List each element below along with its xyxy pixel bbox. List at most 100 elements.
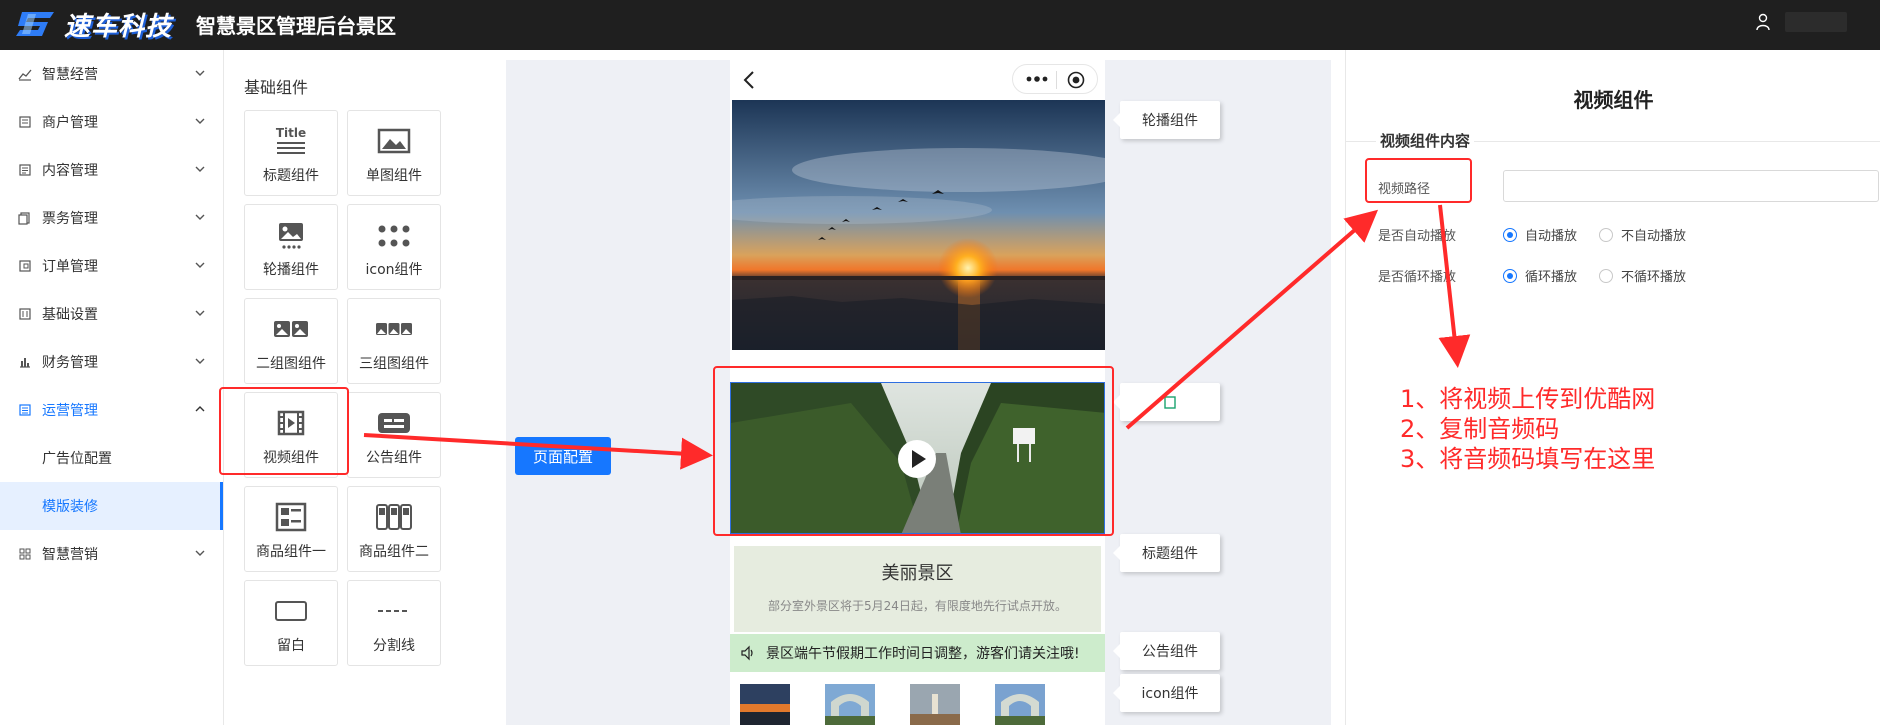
- component-card-4[interactable]: icon组件: [347, 204, 441, 290]
- chart-line-icon: [18, 69, 32, 81]
- page-config-button[interactable]: 页面配置: [515, 437, 611, 475]
- icon-thumb-sunset[interactable]: [740, 684, 790, 725]
- component-card-label: 单图组件: [366, 168, 422, 184]
- sidebar-item-label: 商户管理: [42, 115, 98, 131]
- loop-on-label: 循环播放: [1525, 270, 1578, 285]
- tag-carousel-component[interactable]: 轮播组件: [1113, 101, 1220, 139]
- chevron-down-icon[interactable]: [195, 68, 205, 78]
- icon-thumb-arch[interactable]: [825, 684, 875, 725]
- sidebar-item-label: 运营管理: [42, 403, 98, 419]
- radio-circle[interactable]: [1599, 227, 1613, 242]
- sidebar-item-7[interactable]: 财务管理: [0, 338, 223, 386]
- component-card-5[interactable]: 二组图组件: [244, 298, 338, 384]
- component-card-2[interactable]: 单图组件: [347, 110, 441, 196]
- component-card-9[interactable]: 商品组件一: [244, 486, 338, 572]
- chevron-down-icon[interactable]: [195, 212, 205, 222]
- component-card-label: 轮播组件: [263, 262, 319, 278]
- autoplay-off-radio[interactable]: 不自动播放: [1599, 225, 1686, 244]
- component-card-11[interactable]: 留白: [244, 580, 338, 666]
- product-list-icon: [275, 502, 307, 532]
- icon-component-preview[interactable]: [740, 684, 1095, 725]
- icon-thumb-arch-2[interactable]: [995, 684, 1045, 725]
- video-path-input[interactable]: [1503, 170, 1879, 202]
- icon-thumb-tower[interactable]: [910, 684, 960, 725]
- tag-notice-component[interactable]: 公告组件: [1113, 632, 1220, 670]
- order-icon: [19, 260, 31, 272]
- chevron-down-icon[interactable]: [195, 548, 205, 558]
- annotation-box-video-path: [1365, 158, 1472, 203]
- chevron-down-icon[interactable]: [195, 164, 205, 174]
- radio-circle[interactable]: [1503, 268, 1517, 283]
- sidebar-item-4[interactable]: 票务管理: [0, 194, 223, 242]
- chevron-down-icon[interactable]: [195, 260, 205, 270]
- chevron-down-icon[interactable]: [195, 356, 205, 366]
- component-card-label: 商品组件二: [359, 544, 429, 560]
- loop-off-radio[interactable]: 不循环播放: [1599, 266, 1686, 285]
- autoplay-on-radio[interactable]: 自动播放: [1503, 225, 1577, 244]
- carousel-banner-image[interactable]: [732, 100, 1105, 350]
- sidebar-item-1[interactable]: 智慧经营: [0, 50, 223, 98]
- sidebar-item-5[interactable]: 订单管理: [0, 242, 223, 290]
- radio-circle[interactable]: [1503, 227, 1517, 242]
- component-card-label: 商品组件一: [256, 544, 326, 560]
- sidebar-item-9[interactable]: 智慧营销: [0, 530, 223, 578]
- notice-component-preview[interactable]: 景区端午节假期工作时间日调整，游客们请关注哦!: [730, 634, 1105, 672]
- section-title: 视频组件内容: [1376, 130, 1475, 151]
- chevron-down-icon[interactable]: [195, 308, 205, 318]
- title-sub-text: 部分室外景区将于5月24日起，有限度地先行试点开放。: [768, 599, 1067, 613]
- sidebar-item-3[interactable]: 内容管理: [0, 146, 223, 194]
- top-header: 速车科技 智慧景区管理后台景区: [0, 0, 1880, 50]
- bar-chart-icon: [20, 358, 30, 368]
- component-card-8[interactable]: 公告组件: [347, 392, 441, 478]
- annotation-step-1: 1、将视频上传到优酷网: [1400, 385, 1656, 413]
- title-component-preview[interactable]: 美丽景区 部分室外景区将于5月24日起，有限度地先行试点开放。: [734, 546, 1101, 632]
- chevron-up-icon[interactable]: [195, 404, 205, 414]
- loop-on-radio[interactable]: 循环播放: [1503, 266, 1577, 285]
- brand-logo[interactable]: 速车科技: [14, 6, 172, 42]
- autoplay-off-label: 不自动播放: [1621, 229, 1687, 244]
- sidebar-item-2[interactable]: 商户管理: [0, 98, 223, 146]
- settings-icon: [19, 308, 31, 320]
- radio-circle[interactable]: [1599, 268, 1613, 283]
- sidebar: 智慧经营商户管理内容管理票务管理订单管理基础设置财务管理运营管理广告位配置 模版装…: [0, 50, 224, 725]
- component-card-12[interactable]: 分割线: [347, 580, 441, 666]
- annotation-step-3: 3、将音频码填写在这里: [1400, 445, 1656, 473]
- component-card-label: 留白: [277, 638, 305, 654]
- sidebar-item-label: 票务管理: [42, 211, 98, 227]
- loop-label: 是否循环播放: [1378, 270, 1457, 285]
- sidebar-item-label: 智慧经营: [42, 67, 98, 83]
- back-arrow-icon[interactable]: [742, 70, 756, 90]
- header-title: 智慧景区管理后台景区: [196, 14, 396, 38]
- capsule-separator: [1056, 71, 1057, 89]
- annotation-box-video-preview: [713, 366, 1114, 536]
- title-icon: Title: [276, 126, 306, 154]
- brand-logo-icon: [16, 12, 54, 36]
- sidebar-item-label: 基础设置: [42, 307, 98, 323]
- annotation-steps: 1、将视频上传到优酷网 2、复制音频码 3、将音频码填写在这里: [1400, 384, 1655, 474]
- document-icon: [19, 164, 31, 176]
- tag-icon-component[interactable]: icon组件: [1113, 674, 1220, 712]
- ticket-icon: [18, 212, 30, 225]
- component-card-label: 二组图组件: [256, 356, 326, 372]
- component-card-label: 公告组件: [366, 450, 422, 466]
- more-dots-icon[interactable]: [1025, 72, 1049, 86]
- chevron-down-icon[interactable]: [195, 116, 205, 126]
- user-name-masked[interactable]: [1785, 12, 1847, 32]
- component-card-10[interactable]: 商品组件二: [347, 486, 441, 572]
- close-target-icon[interactable]: [1067, 71, 1085, 89]
- brand-name: 速车科技: [64, 11, 173, 42]
- sidebar-subitem-2[interactable]: 模版装修: [0, 482, 223, 530]
- sidebar-subitem-1[interactable]: 广告位配置: [0, 434, 223, 482]
- component-card-3[interactable]: 轮播组件: [244, 204, 338, 290]
- annotation-step-2: 2、复制音频码: [1400, 415, 1560, 443]
- component-card-6[interactable]: 三组图组件: [347, 298, 441, 384]
- user-icon[interactable]: [1755, 13, 1771, 31]
- tag-video-component[interactable]: [1113, 383, 1220, 421]
- sidebar-item-6[interactable]: 基础设置: [0, 290, 223, 338]
- tag-title-component[interactable]: 标题组件: [1113, 534, 1220, 572]
- mini-program-capsule: [1012, 64, 1098, 94]
- component-card-label: 三组图组件: [359, 356, 429, 372]
- sidebar-item-8[interactable]: 运营管理: [0, 386, 223, 434]
- component-card-1[interactable]: Title 标题组件: [244, 110, 338, 196]
- palette-title: 基础组件: [244, 78, 309, 97]
